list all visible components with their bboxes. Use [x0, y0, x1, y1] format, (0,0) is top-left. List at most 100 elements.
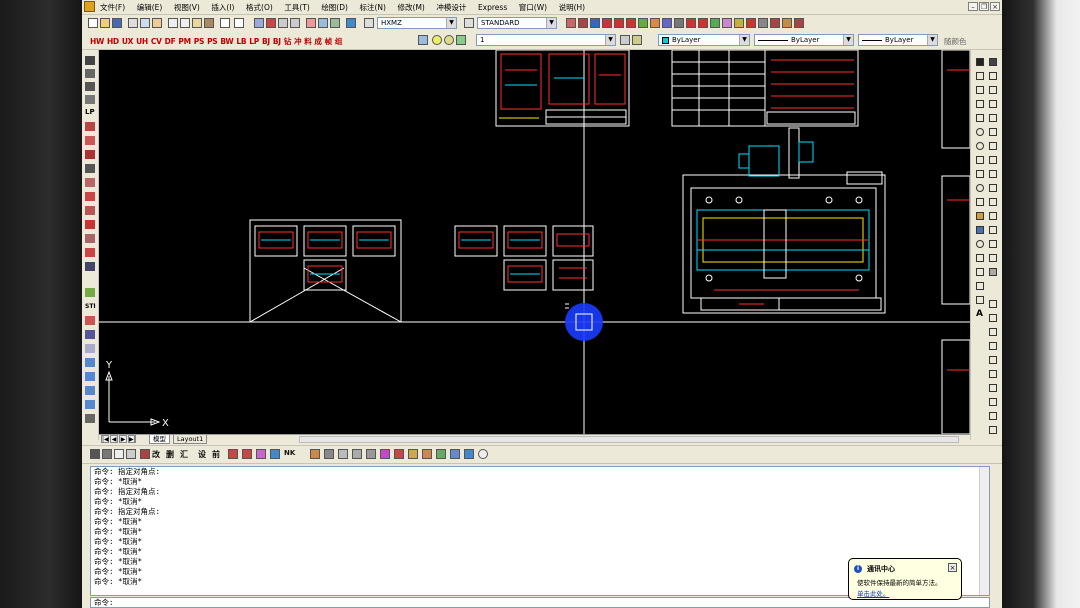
erase-icon[interactable] — [989, 58, 997, 66]
die-tool-12[interactable]: BJ — [262, 37, 270, 46]
die-tool-5[interactable]: DF — [165, 37, 176, 46]
menu-insert[interactable]: 插入(I) — [211, 2, 234, 13]
die-tool-10[interactable]: LB — [236, 37, 246, 46]
table-icon[interactable] — [976, 296, 984, 304]
bottom-tool-icon-13[interactable] — [352, 449, 362, 459]
tool-icon-n[interactable] — [722, 18, 732, 28]
modify-icon-5[interactable] — [989, 356, 997, 364]
tool-icon-v2[interactable] — [85, 69, 95, 78]
next-tab-icon[interactable]: ▶ — [119, 435, 127, 443]
copy-object-icon[interactable] — [989, 72, 997, 80]
zoom-previous-icon[interactable] — [290, 18, 300, 28]
tool-icon-m[interactable] — [710, 18, 720, 28]
gradient-icon[interactable] — [976, 268, 984, 276]
join-icon[interactable] — [989, 226, 997, 234]
color-combo[interactable]: ByLayer ▼ — [658, 34, 750, 46]
linetype-combo[interactable]: ByLayer ▼ — [754, 34, 854, 46]
trim-icon[interactable] — [989, 184, 997, 192]
publish-icon[interactable] — [152, 18, 162, 28]
modify-icon-7[interactable] — [989, 384, 997, 392]
point-icon[interactable] — [976, 240, 984, 248]
menu-window[interactable]: 窗口(W) — [519, 2, 547, 13]
text-style-combo[interactable]: HXMZ ▼ — [377, 17, 457, 29]
tool-icon-a[interactable] — [566, 18, 576, 28]
menu-view[interactable]: 视图(V) — [174, 2, 200, 13]
setup-tool-label[interactable]: 设 — [198, 449, 206, 460]
make-current-layer-icon[interactable] — [620, 35, 630, 45]
sti-tool[interactable]: STI — [85, 302, 96, 311]
horizontal-scrollbar[interactable] — [299, 436, 959, 443]
scale-icon[interactable] — [989, 156, 997, 164]
tool-icon-l[interactable] — [698, 18, 708, 28]
first-tab-icon[interactable]: |◀ — [101, 435, 109, 443]
tool-icon-v19[interactable] — [85, 344, 95, 353]
stretch-icon[interactable] — [989, 170, 997, 178]
menu-express[interactable]: Express — [478, 3, 507, 12]
tool-icon-v4[interactable] — [85, 95, 95, 104]
die-tool-8[interactable]: PS — [207, 37, 218, 46]
die-tool-16[interactable]: 料 — [304, 36, 312, 47]
tab-model[interactable]: 模型 — [149, 435, 170, 444]
tool-icon-v17[interactable] — [85, 316, 95, 325]
menu-die-design[interactable]: 冲模设计 — [436, 2, 466, 13]
open-file-icon[interactable] — [100, 18, 110, 28]
dim-style-icon[interactable] — [464, 18, 474, 28]
polyline-icon[interactable] — [976, 86, 984, 94]
copy-icon[interactable] — [180, 18, 190, 28]
print-preview-icon[interactable] — [140, 18, 150, 28]
lineweight-combo[interactable]: ByLayer ▼ — [858, 34, 938, 46]
bottom-tool-icon-14[interactable] — [366, 449, 376, 459]
arc-icon[interactable] — [976, 128, 984, 136]
tool-icon-b[interactable] — [578, 18, 588, 28]
layer-lock-icon[interactable] — [456, 35, 466, 45]
zoom-window-icon[interactable] — [278, 18, 288, 28]
new-file-icon[interactable] — [88, 18, 98, 28]
bottom-tool-icon-11[interactable] — [324, 449, 334, 459]
lightbulb-icon[interactable] — [432, 35, 442, 45]
circle-icon[interactable] — [976, 142, 984, 150]
zoom-realtime-icon[interactable] — [266, 18, 276, 28]
modify-tool-label[interactable]: 改 — [152, 449, 160, 460]
pan-icon[interactable] — [254, 18, 264, 28]
modify-icon-6[interactable] — [989, 370, 997, 378]
bottom-tool-icon-19[interactable] — [436, 449, 446, 459]
bottom-tool-icon-10[interactable] — [310, 449, 320, 459]
undo-icon[interactable] — [220, 18, 230, 28]
match-properties-icon[interactable] — [204, 18, 214, 28]
tool-icon-v23[interactable] — [85, 400, 95, 409]
menu-dimension[interactable]: 标注(N) — [360, 2, 386, 13]
tool-icon-v14[interactable] — [85, 248, 95, 257]
tool-icon-c[interactable] — [590, 18, 600, 28]
tool-icon-v13[interactable] — [85, 234, 95, 243]
balloon-link[interactable]: 单击此处。 — [857, 588, 890, 598]
lp-tool[interactable]: LP — [85, 108, 95, 117]
tool-icon-h[interactable] — [650, 18, 660, 28]
tool-icon-q[interactable] — [758, 18, 768, 28]
ellipse-arc-icon[interactable] — [976, 198, 984, 206]
insert-block-icon[interactable] — [976, 212, 984, 220]
die-tool-18[interactable]: 帧 — [325, 36, 333, 47]
menu-edit[interactable]: 编辑(E) — [137, 2, 163, 13]
bottom-tool-icon-12[interactable] — [338, 449, 348, 459]
close-icon[interactable]: × — [990, 2, 1000, 11]
tool-icon-d[interactable] — [602, 18, 612, 28]
tool-icon-v16[interactable] — [85, 288, 95, 297]
tool-icon-p[interactable] — [746, 18, 756, 28]
design-center-icon[interactable] — [318, 18, 328, 28]
bottom-tool-icon-2[interactable] — [102, 449, 112, 459]
tool-icon-v15[interactable] — [85, 262, 95, 271]
summary-tool-label[interactable]: 汇 — [180, 449, 188, 460]
die-tool-14[interactable]: 钻 — [284, 36, 292, 47]
redo-icon[interactable] — [234, 18, 244, 28]
target-icon[interactable] — [478, 449, 488, 459]
drawing-canvas[interactable]: Y X — [99, 50, 970, 434]
tool-icon-v5[interactable] — [85, 122, 95, 131]
layer-manager-icon[interactable] — [418, 35, 428, 45]
tool-icon-j[interactable] — [674, 18, 684, 28]
cut-icon[interactable] — [168, 18, 178, 28]
tool-icon-g[interactable] — [638, 18, 648, 28]
bottom-tool-icon-5[interactable] — [140, 449, 150, 459]
tool-icon-s[interactable] — [794, 18, 804, 28]
menu-format[interactable]: 格式(O) — [246, 2, 273, 13]
plot-style-label[interactable]: 随颜色 — [944, 36, 967, 47]
